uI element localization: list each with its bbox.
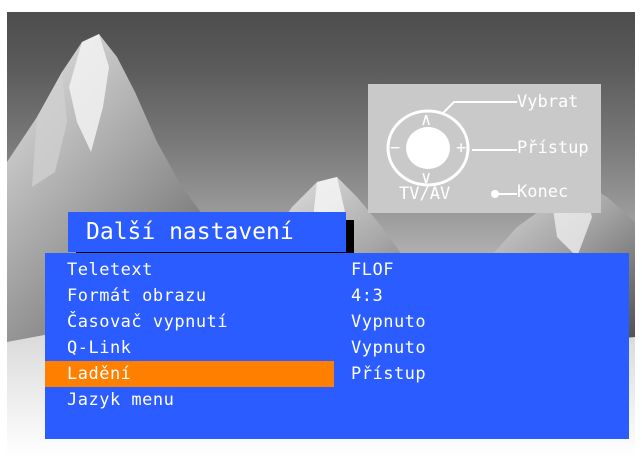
menu-item-value: FLOF (351, 260, 394, 280)
help-exit-label: Konec (517, 182, 569, 202)
menu-title-tab: Další nastavení (68, 212, 346, 252)
menu-item-label: Q-Link (67, 338, 132, 358)
menu-item-menu-language[interactable]: Jazyk menu (45, 387, 629, 413)
menu-item-picture-format[interactable]: Formát obrazu 4:3 (45, 283, 629, 309)
menu-item-label: Časovač vypnutí (67, 312, 229, 332)
menu-item-teletext[interactable]: Teletext FLOF (45, 257, 629, 283)
nav-up-icon: ∧ (421, 110, 432, 130)
menu-item-sleep-timer[interactable]: Časovač vypnutí Vypnuto (45, 309, 629, 335)
help-access-label: Přístup (517, 138, 589, 158)
menu-item-tuning[interactable]: Ladění Přístup (45, 361, 629, 387)
menu-item-label: Ladění (67, 364, 132, 384)
tv-screen: ∧ ∨ − + Vybrat Přístup Konec TV/AV Další… (7, 12, 635, 457)
settings-menu: Teletext FLOF Formát obrazu 4:3 Časovač … (45, 253, 629, 439)
menu-item-value: Vypnuto (351, 312, 427, 332)
nav-right-icon: + (456, 138, 467, 158)
nav-left-icon: − (390, 138, 401, 158)
menu-item-label: Jazyk menu (67, 390, 175, 410)
menu-item-q-link[interactable]: Q-Link Vypnuto (45, 335, 629, 361)
menu-item-label: Formát obrazu (67, 286, 207, 306)
menu-item-value: 4:3 (351, 286, 384, 306)
menu-item-label: Teletext (67, 260, 153, 280)
help-select-label: Vybrat (517, 92, 579, 112)
menu-item-value: Vypnuto (351, 338, 427, 358)
menu-title: Další nastavení (86, 219, 294, 245)
remote-help-panel: ∧ ∨ − + Vybrat Přístup Konec TV/AV (368, 84, 601, 213)
menu-item-value: Přístup (351, 364, 427, 384)
tv-av-button-label: TV/AV (399, 184, 451, 204)
